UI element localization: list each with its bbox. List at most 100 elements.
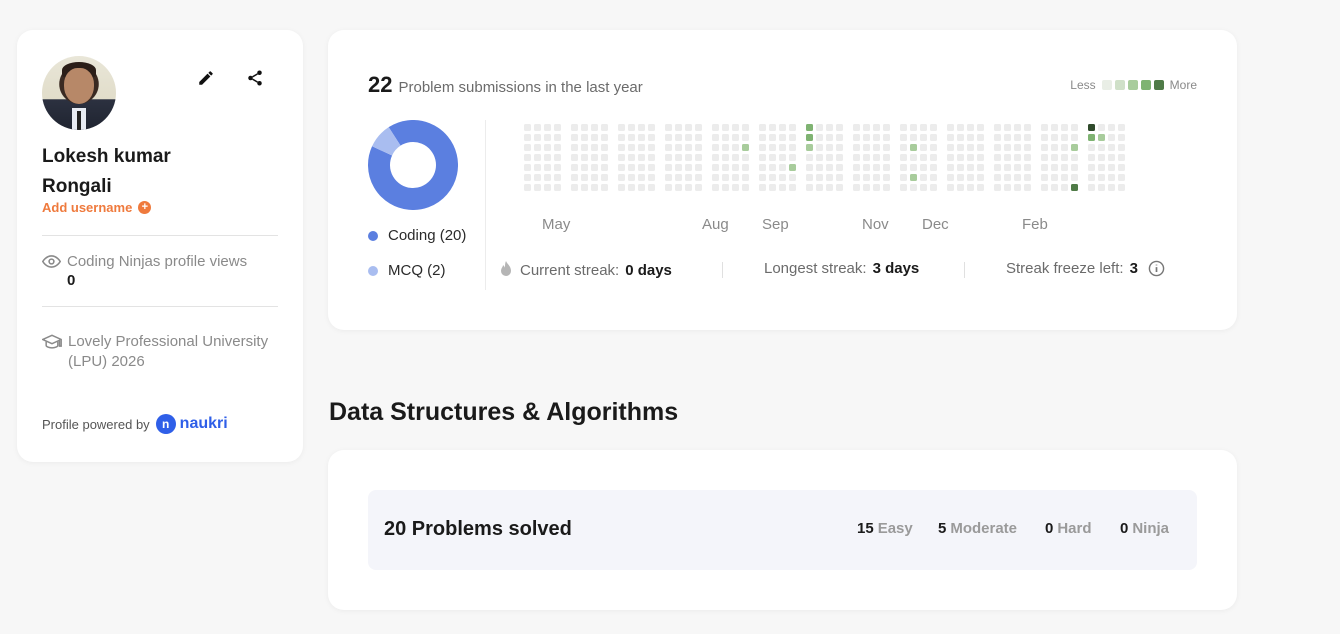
heatmap-day-cell[interactable] — [571, 164, 578, 171]
heatmap-day-cell[interactable] — [1004, 124, 1011, 131]
heatmap-day-cell[interactable] — [930, 184, 937, 191]
heatmap-day-cell[interactable] — [1098, 124, 1105, 131]
heatmap-day-cell[interactable] — [581, 164, 588, 171]
heatmap-day-cell[interactable] — [883, 164, 890, 171]
heatmap-day-cell[interactable] — [628, 164, 635, 171]
heatmap-day-cell[interactable] — [581, 184, 588, 191]
heatmap-day-cell[interactable] — [1004, 184, 1011, 191]
heatmap-day-cell[interactable] — [695, 184, 702, 191]
heatmap-day-cell[interactable] — [665, 144, 672, 151]
heatmap-day-cell[interactable] — [712, 184, 719, 191]
heatmap-day-cell[interactable] — [853, 144, 860, 151]
heatmap-day-cell[interactable] — [712, 144, 719, 151]
heatmap-day-cell[interactable] — [601, 154, 608, 161]
heatmap-day-cell[interactable] — [1004, 164, 1011, 171]
heatmap-day-cell[interactable] — [675, 184, 682, 191]
heatmap-day-cell[interactable] — [1118, 164, 1125, 171]
heatmap-day-cell[interactable] — [722, 174, 729, 181]
heatmap-day-cell[interactable] — [1014, 124, 1021, 131]
heatmap-day-cell[interactable] — [618, 174, 625, 181]
heatmap-day-cell[interactable] — [977, 124, 984, 131]
heatmap-day-cell[interactable] — [779, 144, 786, 151]
heatmap-day-cell[interactable] — [1071, 134, 1078, 141]
heatmap-day-cell[interactable] — [836, 184, 843, 191]
heatmap-day-cell[interactable] — [544, 144, 551, 151]
heatmap-day-cell[interactable] — [947, 134, 954, 141]
heatmap-day-cell[interactable] — [930, 134, 937, 141]
heatmap-day-cell[interactable] — [883, 134, 890, 141]
heatmap-day-cell[interactable] — [534, 124, 541, 131]
heatmap-day-cell[interactable] — [816, 124, 823, 131]
heatmap-day-cell[interactable] — [554, 184, 561, 191]
heatmap-day-cell[interactable] — [534, 164, 541, 171]
heatmap-day-cell[interactable] — [732, 164, 739, 171]
heatmap-day-cell[interactable] — [1108, 184, 1115, 191]
heatmap-day-cell[interactable] — [947, 164, 954, 171]
heatmap-day-cell[interactable] — [994, 144, 1001, 151]
heatmap-day-cell[interactable] — [648, 144, 655, 151]
heatmap-day-cell[interactable] — [685, 124, 692, 131]
heatmap-day-cell[interactable] — [534, 184, 541, 191]
heatmap-day-cell[interactable] — [1108, 144, 1115, 151]
heatmap-day-cell[interactable] — [957, 154, 964, 161]
heatmap-day-cell[interactable] — [1098, 154, 1105, 161]
heatmap-day-cell[interactable] — [1014, 184, 1021, 191]
heatmap-day-cell[interactable] — [1061, 144, 1068, 151]
heatmap-day-cell[interactable] — [1108, 174, 1115, 181]
heatmap-day-cell[interactable] — [638, 164, 645, 171]
heatmap-day-cell[interactable] — [759, 124, 766, 131]
heatmap-day-cell[interactable] — [1088, 164, 1095, 171]
heatmap-day-cell[interactable] — [883, 184, 890, 191]
heatmap-day-cell[interactable] — [769, 184, 776, 191]
heatmap-day-cell[interactable] — [930, 174, 937, 181]
heatmap-day-cell[interactable] — [544, 174, 551, 181]
heatmap-day-cell[interactable] — [1118, 134, 1125, 141]
heatmap-day-cell[interactable] — [977, 164, 984, 171]
heatmap-day-cell[interactable] — [675, 164, 682, 171]
heatmap-day-cell[interactable] — [1118, 184, 1125, 191]
heatmap-day-cell[interactable] — [591, 174, 598, 181]
heatmap-day-cell[interactable] — [1071, 164, 1078, 171]
heatmap-day-cell[interactable] — [732, 124, 739, 131]
heatmap-day-cell[interactable] — [581, 144, 588, 151]
heatmap-day-cell[interactable] — [994, 164, 1001, 171]
heatmap-day-cell[interactable] — [873, 184, 880, 191]
problems-solved-summary[interactable]: 20 Problems solved 15 Easy 5 Moderate 0 Har… — [368, 490, 1197, 570]
heatmap-day-cell[interactable] — [910, 174, 917, 181]
heatmap-day-cell[interactable] — [816, 134, 823, 141]
heatmap-day-cell[interactable] — [554, 154, 561, 161]
info-icon[interactable] — [1148, 260, 1165, 277]
heatmap-day-cell[interactable] — [967, 134, 974, 141]
heatmap-day-cell[interactable] — [1024, 124, 1031, 131]
heatmap-day-cell[interactable] — [769, 164, 776, 171]
heatmap-day-cell[interactable] — [534, 174, 541, 181]
heatmap-day-cell[interactable] — [910, 134, 917, 141]
heatmap-day-cell[interactable] — [638, 174, 645, 181]
heatmap-day-cell[interactable] — [544, 164, 551, 171]
heatmap-day-cell[interactable] — [685, 164, 692, 171]
heatmap-day-cell[interactable] — [742, 164, 749, 171]
heatmap-day-cell[interactable] — [1051, 184, 1058, 191]
heatmap-day-cell[interactable] — [883, 124, 890, 131]
heatmap-day-cell[interactable] — [601, 164, 608, 171]
add-username-link[interactable]: Add username + — [42, 200, 152, 215]
heatmap-day-cell[interactable] — [900, 174, 907, 181]
heatmap-day-cell[interactable] — [920, 164, 927, 171]
heatmap-day-cell[interactable] — [883, 154, 890, 161]
heatmap-day-cell[interactable] — [1098, 134, 1105, 141]
heatmap-day-cell[interactable] — [628, 124, 635, 131]
heatmap-day-cell[interactable] — [544, 124, 551, 131]
heatmap-day-cell[interactable] — [873, 124, 880, 131]
heatmap-day-cell[interactable] — [712, 174, 719, 181]
heatmap-day-cell[interactable] — [665, 174, 672, 181]
heatmap-day-cell[interactable] — [554, 174, 561, 181]
heatmap-day-cell[interactable] — [544, 134, 551, 141]
heatmap-day-cell[interactable] — [685, 174, 692, 181]
heatmap-day-cell[interactable] — [722, 134, 729, 141]
heatmap-day-cell[interactable] — [591, 144, 598, 151]
heatmap-day-cell[interactable] — [967, 164, 974, 171]
heatmap-day-cell[interactable] — [806, 154, 813, 161]
heatmap-day-cell[interactable] — [863, 164, 870, 171]
heatmap-day-cell[interactable] — [789, 144, 796, 151]
heatmap-day-cell[interactable] — [1014, 174, 1021, 181]
